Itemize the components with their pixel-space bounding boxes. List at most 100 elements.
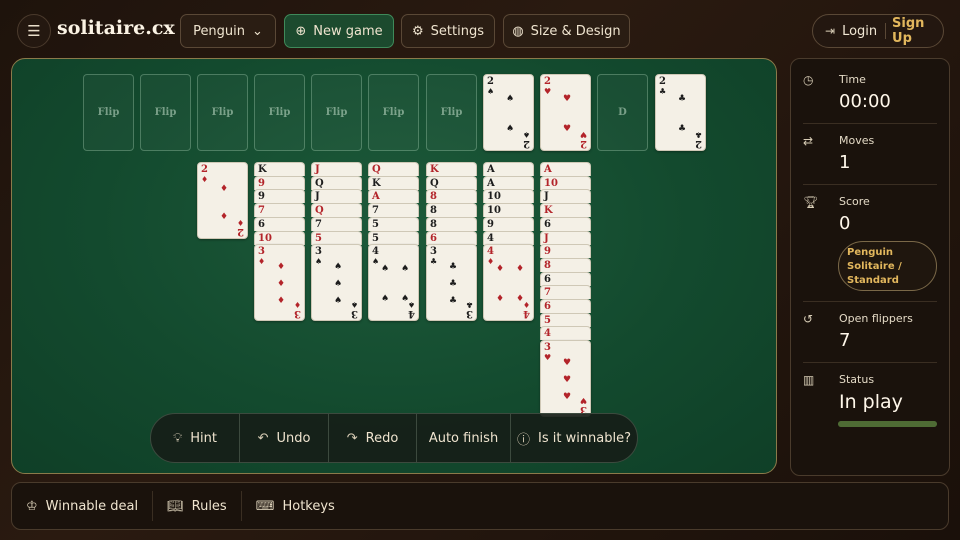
moves-stat: ⇄ Moves 1 — [803, 134, 939, 174]
site-logo[interactable]: solitaire.cx — [57, 17, 175, 39]
tableau-card-strip[interactable]: 4 — [540, 326, 591, 341]
tableau-top-card[interactable]: 3 ♥ ♥ 3 ♥ ♥ ♥ — [540, 340, 591, 418]
auto-finish-label: Auto finish — [428, 430, 499, 446]
card-suit: ♦ — [201, 174, 209, 184]
foundation-card[interactable]: 2 ♥ ♥ ♥ ♥ 2 — [540, 74, 591, 151]
tableau-card-strip[interactable]: 9 — [254, 175, 305, 190]
tableau-card-strip[interactable]: 5 — [368, 216, 419, 231]
flip-slot[interactable]: Flip — [426, 74, 477, 151]
foundation-card[interactable]: 2 ♣ ♣ ♣ ♣ 2 — [655, 74, 706, 151]
tableau-card-strip[interactable]: 6 — [254, 216, 305, 231]
tableau-top-card[interactable]: 3 ♣ ♣ 3 ♣ ♣ ♣ — [426, 244, 477, 322]
tableau-card-strip[interactable]: 7 — [540, 285, 591, 300]
winnable-button[interactable]: ⓘ Is it winnable? — [511, 414, 637, 462]
tableau-card-strip[interactable]: K — [254, 162, 305, 176]
tableau-card-strip[interactable]: 10 — [483, 189, 534, 204]
hint-button[interactable]: 💡︎ Hint — [151, 414, 240, 462]
gear-icon: ⚙ — [412, 23, 424, 39]
foundation-card[interactable]: 2 ♠ ♠ ♠ ♠ 2 — [483, 74, 534, 151]
tableau-card-strip[interactable]: 7 — [368, 203, 419, 218]
card-pip: ♥ — [563, 375, 572, 386]
variant-select[interactable]: Penguin ⌄ — [180, 14, 276, 48]
tableau-card-strip[interactable]: K — [540, 203, 591, 218]
tableau-card-strip[interactable]: K — [368, 175, 419, 190]
new-game-label: New game — [313, 23, 383, 39]
tableau-top-card[interactable]: 3 ♠ ♠ 3 ♠ ♠ ♠ — [311, 244, 362, 322]
tableau-top-card[interactable]: 3 ♦ ♦ 3 ♦ ♦ ♦ — [254, 244, 305, 322]
tableau-card-strip[interactable]: 5 — [540, 312, 591, 327]
tableau-top-card[interactable]: 4 ♠ ♠ 4 ♠ ♠ ♠ ♠ — [368, 244, 419, 322]
card-pip: ♣ — [449, 262, 458, 273]
tableau-card-strip[interactable]: 6 — [540, 271, 591, 286]
tableau-card-strip[interactable]: Q — [426, 175, 477, 190]
card-pip: ♠ — [334, 262, 343, 273]
tableau-card-strip[interactable]: 5 — [311, 230, 362, 245]
tableau-card-strip[interactable]: 10 — [483, 203, 534, 218]
tableau-card-strip[interactable]: A — [483, 162, 534, 176]
flip-slot[interactable]: Flip — [368, 74, 419, 151]
tableau-card-strip[interactable]: J — [540, 230, 591, 245]
tableau-card-strip[interactable]: 9 — [483, 216, 534, 231]
tableau-card-strip[interactable]: 9 — [254, 189, 305, 204]
undo-button[interactable]: ↶ Undo — [240, 414, 329, 462]
card-rank: 3 — [351, 308, 358, 320]
tableau-card-strip[interactable]: A — [540, 162, 591, 176]
tableau-card-strip[interactable]: 8 — [426, 189, 477, 204]
tableau-card-strip[interactable]: 4 — [483, 230, 534, 245]
tableau-card-strip[interactable]: J — [540, 189, 591, 204]
card-rank: 2 — [580, 138, 587, 149]
tableau-card-strip[interactable]: 8 — [426, 216, 477, 231]
flip-slot[interactable]: Flip — [140, 74, 191, 151]
tableau-card-strip[interactable]: K — [426, 162, 477, 176]
tableau-card-strip[interactable]: 6 — [540, 299, 591, 313]
flip-slot[interactable]: Flip — [197, 74, 248, 151]
card-pip: ♦ — [277, 279, 286, 290]
menu-button[interactable]: ☰ — [17, 14, 51, 48]
tableau-card-strip[interactable]: 10 — [254, 230, 305, 245]
redo-button[interactable]: ↷ Redo — [329, 414, 417, 462]
game-mode-badge[interactable]: Penguin Solitaire / Standard — [838, 241, 937, 291]
card-pip: ♠ — [401, 294, 410, 305]
tableau-card-strip[interactable]: 7 — [311, 216, 362, 231]
rules-button[interactable]: 📖︎ Rules — [153, 491, 242, 521]
flip-slot[interactable]: Flip — [83, 74, 134, 151]
login-link[interactable]: Login — [842, 24, 877, 39]
auto-finish-button[interactable]: Auto finish — [417, 414, 511, 462]
trophy-icon: 🏆︎ — [803, 195, 819, 209]
tableau-card-strip[interactable]: Q — [368, 162, 419, 176]
tableau-card-strip[interactable]: A — [368, 189, 419, 204]
settings-button[interactable]: ⚙ Settings — [401, 14, 495, 48]
time-label: Time — [839, 73, 866, 86]
tableau-top-card[interactable]: 2 ♦ ♦ 2 ♦ ♦ — [197, 162, 248, 239]
winnable-deal-button[interactable]: ♔ Winnable deal — [12, 491, 154, 521]
hint-label: Hint — [190, 430, 217, 446]
tableau-top-card[interactable]: 4 ♦ ♦ 4 ♦ ♦ ♦ ♦ — [483, 244, 534, 322]
flip-slot[interactable]: Flip — [311, 74, 362, 151]
hotkeys-button[interactable]: ⌨ Hotkeys — [242, 491, 349, 521]
tableau-card-strip[interactable]: A — [483, 175, 534, 190]
card-suit: ♥ — [544, 86, 552, 96]
new-game-button[interactable]: ⊕ New game — [284, 14, 394, 48]
tableau-card-strip[interactable]: 5 — [368, 230, 419, 245]
tableau-card-strip[interactable]: Q — [311, 175, 362, 190]
tableau-card-strip[interactable]: 7 — [254, 203, 305, 218]
tableau-card-strip[interactable]: 9 — [540, 244, 591, 259]
tableau-card-strip[interactable]: 10 — [540, 175, 591, 190]
tableau-card-strip[interactable]: J — [311, 162, 362, 176]
size-design-button[interactable]: ◍ Size & Design — [503, 14, 630, 48]
tableau-card-strip[interactable]: J — [311, 189, 362, 204]
undo-icon: ↶ — [257, 430, 269, 446]
flippers-stat: ↺ Open flippers 7 — [803, 312, 939, 352]
bar-chart-icon: ▥ — [803, 373, 815, 387]
flip-slot[interactable]: Flip — [254, 74, 305, 151]
tableau-card-strip[interactable]: 6 — [426, 230, 477, 245]
tableau-card-strip[interactable]: 8 — [540, 257, 591, 272]
card-pip: ♦ — [496, 264, 505, 275]
login-icon: ⇥ — [825, 24, 836, 38]
foundation-slot[interactable]: D — [597, 74, 648, 151]
tableau-card-strip[interactable]: Q — [311, 203, 362, 218]
tableau-card-strip[interactable]: 6 — [540, 216, 591, 231]
tableau-card-strip[interactable]: 8 — [426, 203, 477, 218]
card-rank: 3 — [294, 308, 301, 320]
signup-link[interactable]: Sign Up — [892, 16, 943, 46]
